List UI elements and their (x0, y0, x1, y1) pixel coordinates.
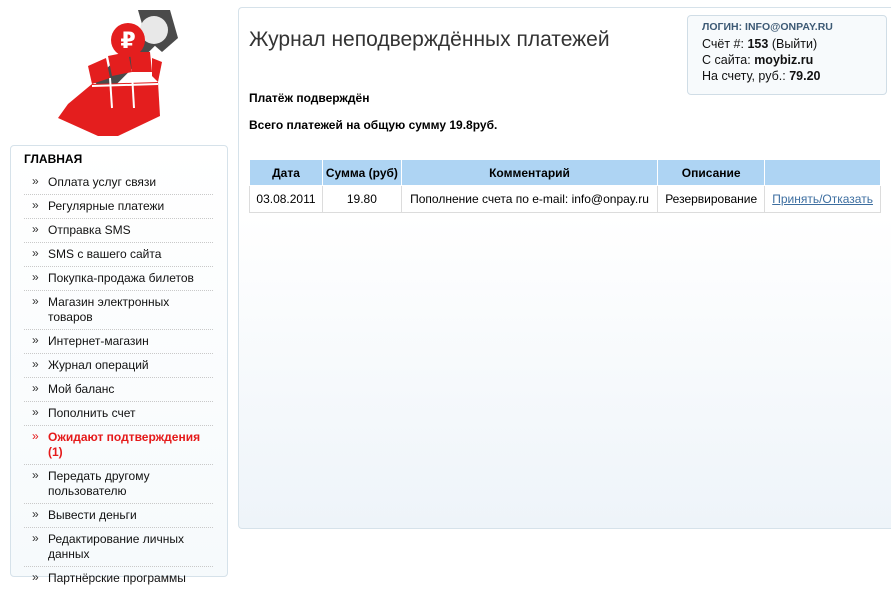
sidebar-title[interactable]: ГЛАВНАЯ (24, 151, 213, 167)
chevron-right-icon: » (32, 174, 39, 188)
sidebar-item-top-up[interactable]: » Пополнить счет (24, 402, 213, 426)
sidebar-item-digital-store[interactable]: » Магазин электронных товаров (24, 291, 213, 330)
sidebar-item-site-sms[interactable]: » SMS с вашего сайта (24, 243, 213, 267)
sidebar-item-operations-log[interactable]: » Журнал операций (24, 354, 213, 378)
chevron-right-icon: » (32, 294, 39, 308)
chevron-right-icon: » (32, 381, 39, 395)
page-title: Журнал неподверждённых платежей (249, 28, 610, 51)
column-header-action (764, 159, 881, 186)
sidebar-item-balance[interactable]: » Мой баланс (24, 378, 213, 402)
login-label: ЛОГИН: INFO@ONPAY.RU (702, 21, 833, 33)
cell-description: Резервирование (657, 185, 766, 213)
chevron-right-icon: » (32, 357, 39, 371)
sidebar-item-profile[interactable]: » Редактирование личных данных (24, 528, 213, 567)
logo-fist-wrench-icon: ₽ (58, 10, 178, 136)
sidebar-item-withdraw[interactable]: » Вывести деньги (24, 504, 213, 528)
payments-table: Дата Сумма (руб) Комментарий Описание 03… (249, 159, 881, 213)
sidebar-item-online-store[interactable]: » Интернет-магазин (24, 330, 213, 354)
column-header-comment: Комментарий (400, 159, 659, 186)
sidebar: ГЛАВНАЯ » Оплата услуг связи » Регулярные … (10, 145, 228, 585)
sidebar-item-tickets[interactable]: » Покупка-продажа билетов (24, 267, 213, 291)
chevron-right-icon: » (32, 405, 39, 419)
column-header-amount: Сумма (руб) (321, 159, 402, 186)
site-prefix: С сайта: (702, 53, 751, 67)
account-line: Счёт #: 153 (Выйти) (702, 36, 872, 52)
account-prefix: Счёт #: (702, 37, 744, 51)
site-line: С сайта: moybiz.ru (702, 52, 872, 68)
chevron-right-icon: » (32, 270, 39, 284)
table-header-row: Дата Сумма (руб) Комментарий Описание (249, 159, 881, 186)
sidebar-item-communication[interactable]: » Оплата услуг связи (24, 171, 213, 195)
chevron-right-icon: » (32, 570, 39, 584)
column-header-date: Дата (249, 159, 323, 186)
sidebar-item-awaiting-confirmation[interactable]: » Ожидают подтверждения (1) (24, 426, 213, 465)
main-panel: Журнал неподверждённых платежей ЛОГИН: I… (238, 7, 891, 529)
summary-message: Всего платежей на общую сумму 19.8руб. (249, 118, 498, 132)
svg-text:₽: ₽ (120, 29, 135, 54)
cell-amount: 19.80 (321, 185, 402, 213)
chevron-right-icon: » (32, 333, 39, 347)
account-number: 153 (747, 37, 769, 51)
chevron-right-icon: » (32, 246, 39, 260)
chevron-right-icon: » (32, 507, 39, 521)
chevron-right-icon: » (32, 222, 39, 236)
balance-prefix: На счету, руб.: (702, 69, 786, 83)
column-header-description: Описание (657, 159, 766, 186)
chevron-right-icon: » (32, 429, 39, 443)
balance-value: 79.20 (789, 69, 821, 83)
cell-comment: Пополнение счета по e-mail: info@onpay.r… (400, 185, 659, 213)
chevron-right-icon: » (32, 198, 39, 212)
sidebar-item-partners[interactable]: » Партнёрские программы (24, 567, 213, 590)
logout-link[interactable]: (Выйти) (772, 37, 817, 51)
accept-reject-link[interactable]: Принять/Отказать (764, 185, 881, 213)
sidebar-item-transfer[interactable]: » Передать другому пользователю (24, 465, 213, 504)
cell-date: 03.08.2011 (249, 185, 323, 213)
chevron-right-icon: » (32, 468, 39, 482)
table-row: 03.08.2011 19.80 Пополнение счета по e-m… (249, 185, 881, 213)
onpay-logo[interactable]: ₽ (58, 8, 180, 140)
balance-line: На счету, руб.: 79.20 (702, 68, 872, 84)
sidebar-item-send-sms[interactable]: » Отправка SMS (24, 219, 213, 243)
sidebar-menu: » Оплата услуг связи » Регулярные платежи … (24, 171, 213, 590)
site-name: moybiz.ru (754, 53, 814, 67)
chevron-right-icon: » (32, 531, 39, 545)
login-box: ЛОГИН: INFO@ONPAY.RU Счёт #: 153 (Выйти)… (687, 15, 887, 95)
sidebar-item-recurring[interactable]: » Регулярные платежи (24, 195, 213, 219)
status-message: Платёж подверждён (249, 91, 370, 105)
